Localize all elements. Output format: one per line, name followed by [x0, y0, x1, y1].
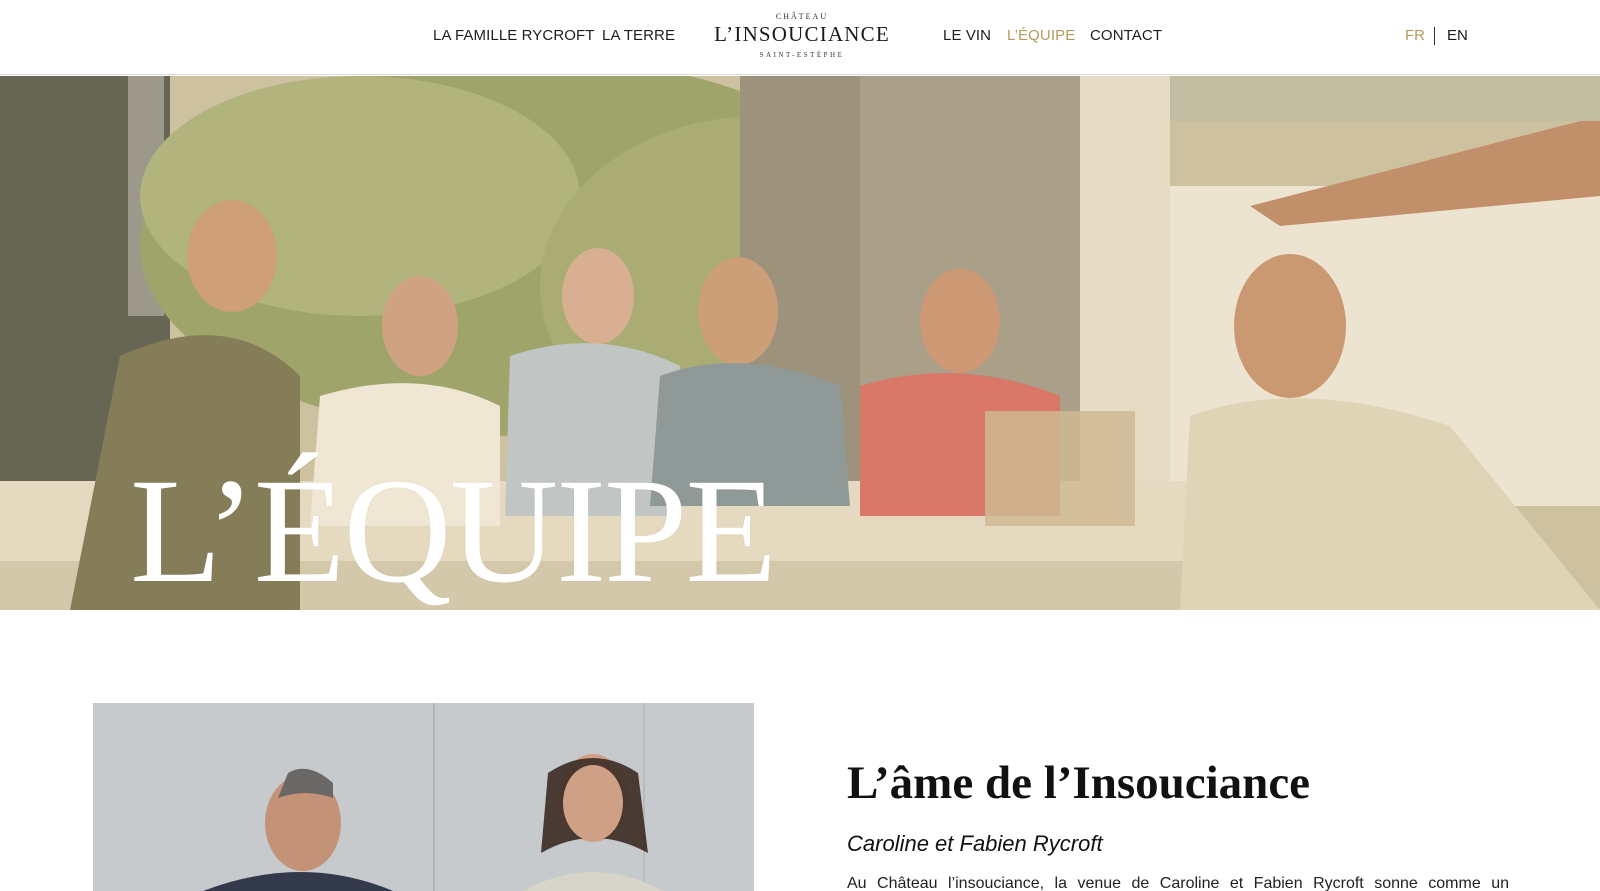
site-logo[interactable]: CHÂTEAU L’INSOUCIANCE SAINT-ESTÈPHE: [712, 12, 892, 66]
language-separator: [1434, 27, 1435, 45]
nav-link-la-famille-rycroft[interactable]: LA FAMILLE RYCROFT: [433, 27, 595, 44]
logo-bottom-text: SAINT-ESTÈPHE: [759, 51, 845, 59]
nav-link-le-vin[interactable]: LE VIN: [943, 27, 991, 44]
nav-link-la-terre[interactable]: LA TERRE: [602, 27, 675, 44]
hero-title: L’ÉQUIPE: [130, 448, 777, 610]
logo-main-text: L’INSOUCIANCE: [714, 22, 890, 46]
founders-photo-image: [93, 703, 754, 891]
nav-link-lequipe[interactable]: L’ÉQUIPE: [1007, 27, 1075, 44]
language-fr[interactable]: FR: [1405, 27, 1425, 44]
section-title: L’âme de l’Insouciance: [847, 757, 1311, 809]
founders-photo: [93, 703, 754, 891]
section-subtitle: Caroline et Fabien Rycroft: [847, 831, 1103, 856]
logo-top-text: CHÂTEAU: [775, 12, 829, 21]
section-body-text: Au Château l’insouciance, la venue de Ca…: [847, 875, 1509, 891]
language-en[interactable]: EN: [1447, 27, 1468, 44]
nav-link-contact[interactable]: CONTACT: [1090, 27, 1162, 44]
hero-banner: L’ÉQUIPE: [0, 76, 1600, 610]
site-header: LA FAMILLE RYCROFT LA TERRE CHÂTEAU L’IN…: [0, 0, 1600, 75]
